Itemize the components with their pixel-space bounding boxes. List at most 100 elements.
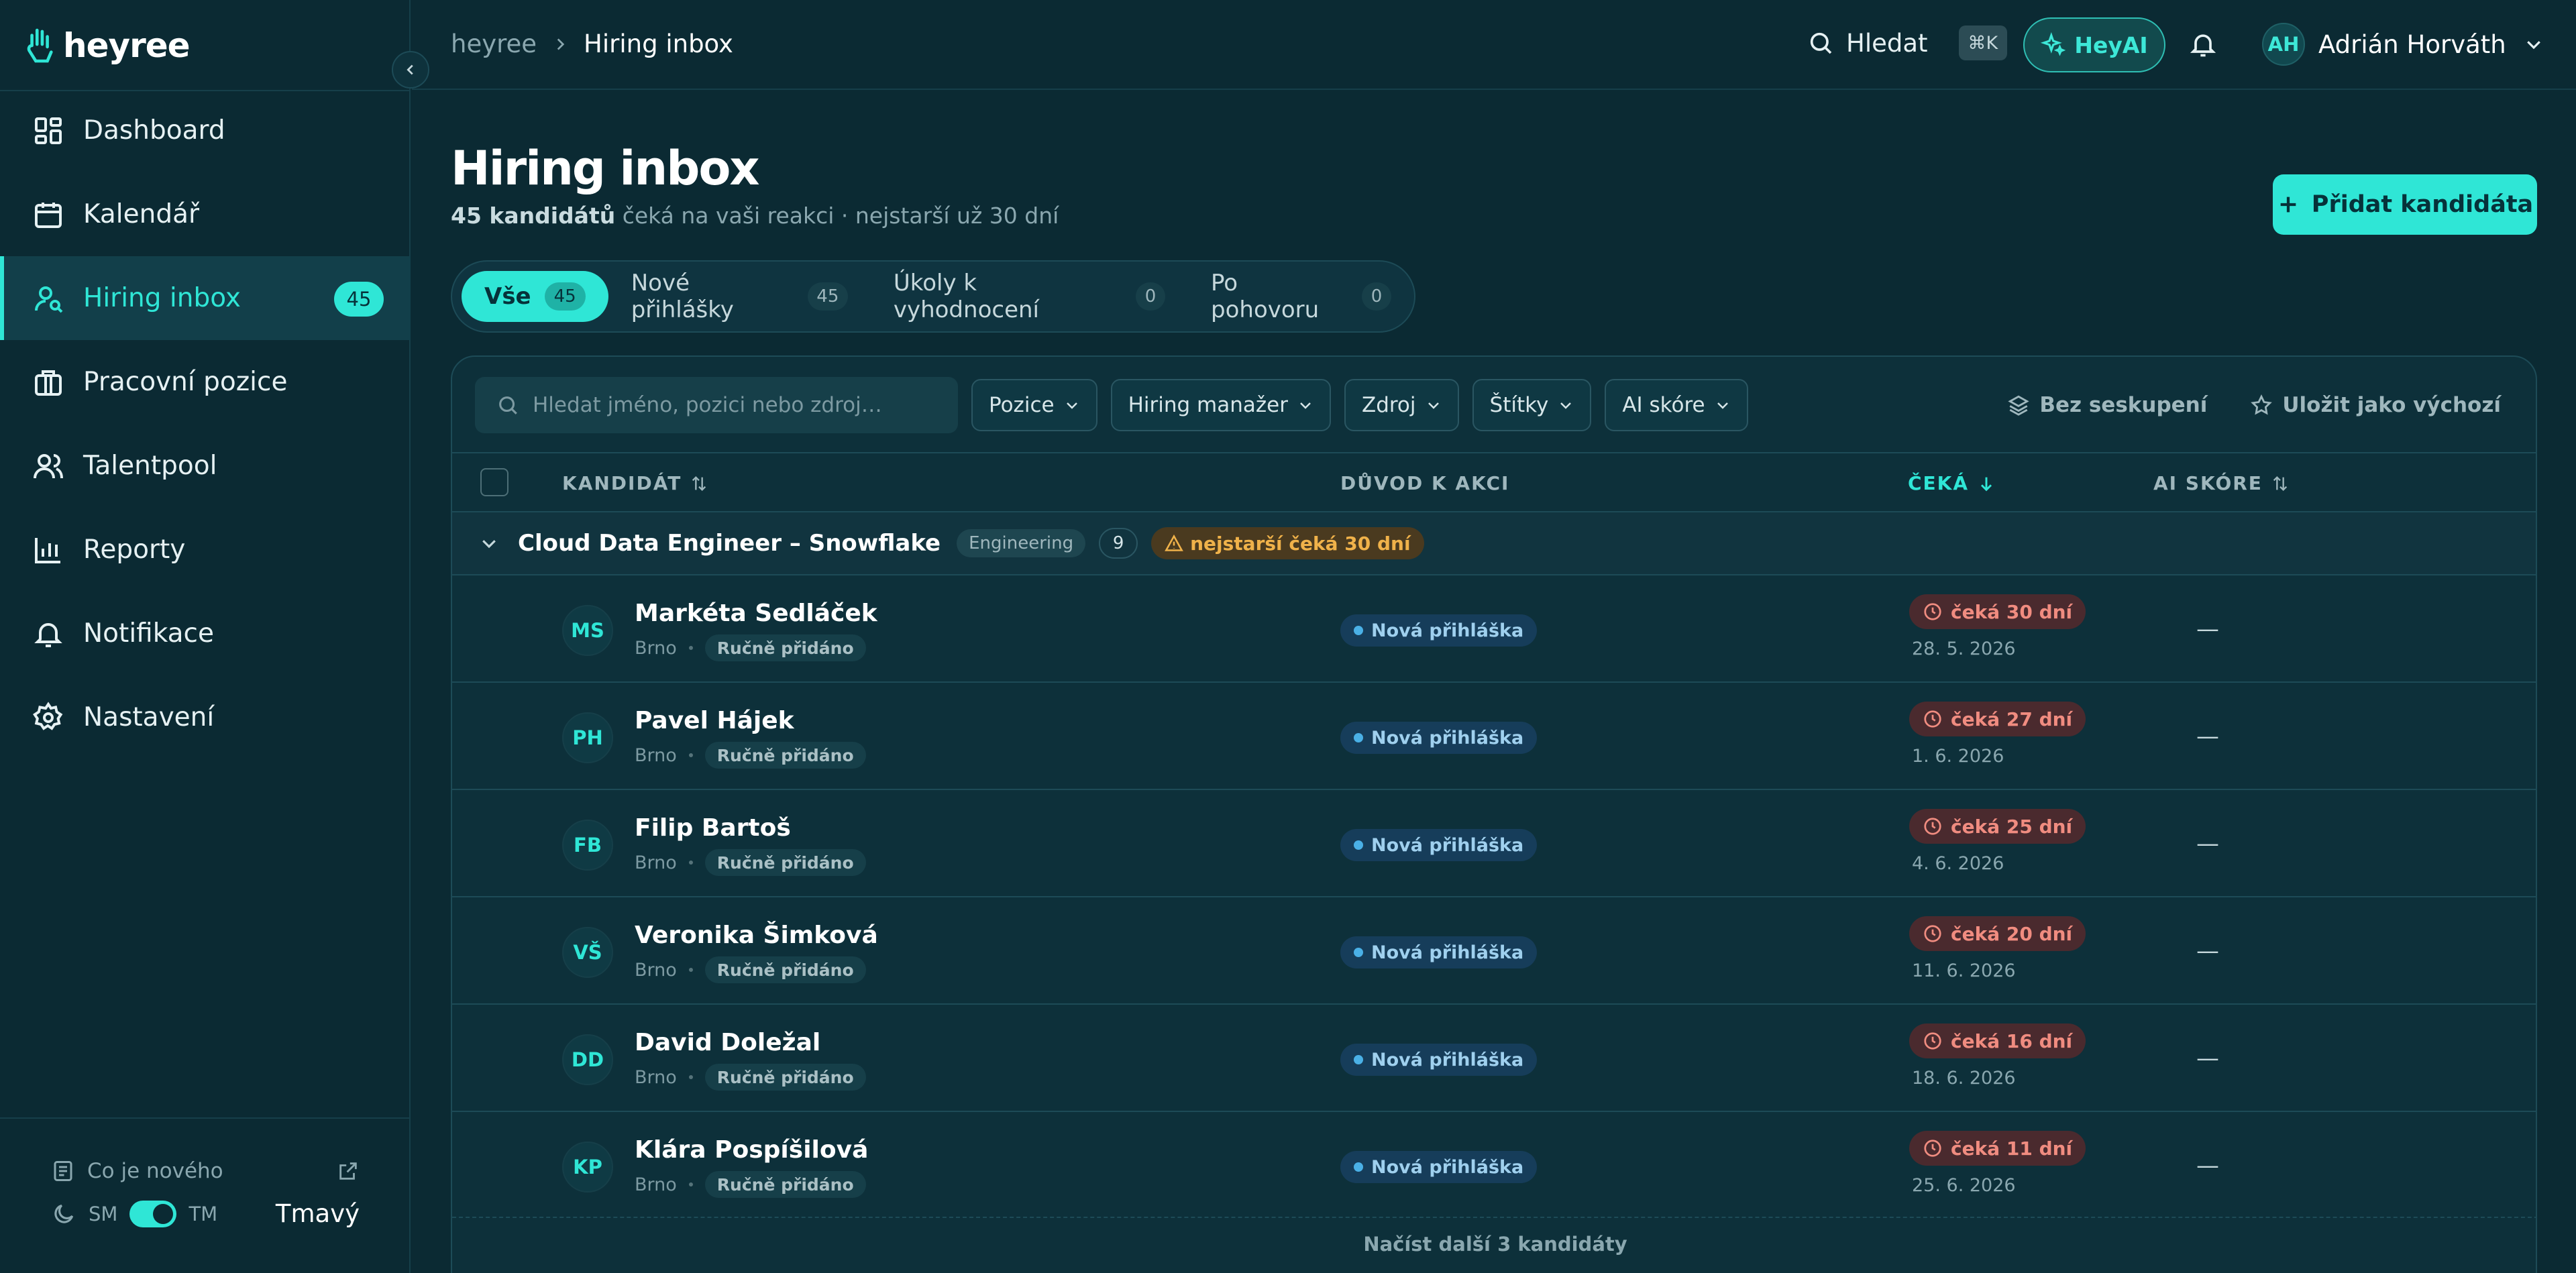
ai-score: — [2196, 616, 2219, 643]
table-header: KANDIDÁT DŮVOD K AKCI ČEKÁ AI SKÓRE [452, 452, 2536, 512]
sidebar-item-label: Talentpool [83, 451, 217, 481]
column-header-duvod: DŮVOD K AKCI [1340, 472, 1509, 494]
filter-label: Zdroj [1361, 393, 1416, 417]
sidebar-item-dashboard[interactable]: Dashboard [0, 89, 411, 172]
action-reason-badge: Nová přihláška [1340, 936, 1538, 968]
arrow-down-icon [1981, 477, 1992, 491]
filter-hiring-manazer[interactable]: Hiring manažer [1110, 379, 1331, 431]
whats-new-label: Co je nového [87, 1159, 223, 1183]
chevron-down-icon [2526, 41, 2540, 50]
tab-vse[interactable]: Vše 45 [462, 271, 608, 322]
breadcrumb-current: Hiring inbox [584, 30, 733, 58]
add-candidate-button[interactable]: Přidat kandidáta [2273, 174, 2537, 235]
whats-new-link[interactable]: Co je nového [51, 1159, 360, 1183]
collapse-sidebar-button[interactable] [392, 51, 429, 89]
tab-po-pohovoru[interactable]: Po pohovoru 0 [1188, 270, 1414, 323]
save-default-button[interactable]: Uložit jako výchozí [2250, 393, 2501, 417]
theme-toggle[interactable] [129, 1200, 177, 1227]
applied-date: 18. 6. 2026 [1912, 1068, 2016, 1089]
column-header-ceka[interactable]: ČEKÁ [1908, 472, 1996, 494]
current-theme-label: Tmavý [275, 1199, 360, 1228]
separator-dot [688, 1182, 693, 1186]
candidate-city: Brno [635, 637, 677, 659]
table-row[interactable]: FB Filip Bartoš Brno Ručně přidáno Nová p… [452, 790, 2536, 897]
candidate-search-input[interactable]: Hledat jméno, pozici nebo zdroj… [475, 377, 958, 433]
sidebar-item-pracovni-pozice[interactable]: Pracovní pozice [0, 340, 411, 424]
action-reason-badge: Nová přihláška [1340, 1044, 1538, 1076]
candidate-source-tag: Ručně přidáno [704, 1171, 866, 1198]
tab-ukoly-k-vyhodnoceni[interactable]: Úkoly k vyhodnocení 0 [871, 270, 1188, 323]
candidate-name[interactable]: Filip Bartoš [635, 814, 791, 842]
topbar: heyree Hiring inbox Hledat ⌘K HeyAI AH A… [412, 0, 2576, 90]
brand-logo[interactable]: heyree [25, 21, 191, 70]
breadcrumb-root[interactable]: heyree [451, 30, 537, 58]
candidate-meta: Brno Ručně přidáno [635, 634, 866, 661]
table-row[interactable]: MS Markéta Sedláček Brno Ručně přidáno No… [452, 575, 2536, 683]
candidate-name[interactable]: Klára Pospíšilová [635, 1136, 868, 1164]
candidate-name[interactable]: David Doležal [635, 1029, 820, 1056]
chevron-left-icon [407, 64, 413, 75]
chevron-down-icon [1428, 402, 1439, 409]
table-row[interactable]: VŠ Veronika Šimková Brno Ručně přidáno No… [452, 897, 2536, 1005]
save-default-label: Uložit jako výchozí [2282, 393, 2501, 417]
sidebar-item-reporty[interactable]: Reporty [0, 508, 411, 592]
waiting-badge: čeká 11 dní [1909, 1131, 2086, 1166]
heyai-button[interactable]: HeyAI [2023, 17, 2165, 72]
plus-icon [2280, 197, 2296, 213]
global-search-button[interactable]: Hledat ⌘K [1807, 25, 2008, 60]
column-header-kandidat[interactable]: KANDIDÁT [562, 472, 708, 494]
load-more-button[interactable]: Načíst další 3 kandidáty [452, 1217, 2536, 1270]
select-all-checkbox[interactable] [480, 468, 508, 496]
ai-score: — [2196, 1045, 2219, 1072]
search-placeholder: Hledat jméno, pozici nebo zdroj… [533, 393, 882, 417]
filter-pozice[interactable]: Pozice [971, 379, 1097, 431]
candidate-city: Brno [635, 1174, 677, 1195]
moon-icon [54, 1204, 74, 1223]
group-header[interactable]: Cloud Data Engineer – Snowflake Engineer… [452, 512, 2536, 575]
sort-icon [2273, 476, 2288, 491]
applied-date: 25. 6. 2026 [1912, 1175, 2016, 1196]
clock-icon [1924, 925, 1941, 942]
sidebar-item-label: Dashboard [83, 115, 225, 146]
candidate-source-tag: Ručně přidáno [704, 849, 866, 876]
ai-score: — [2196, 1152, 2219, 1179]
status-dot [1354, 733, 1363, 742]
table-row[interactable]: DD David Doležal Brno Ručně přidáno Nová … [452, 1005, 2536, 1112]
filter-label: Hiring manažer [1128, 393, 1288, 417]
tab-nove-prihlasky[interactable]: Nové přihlášky 45 [608, 270, 871, 323]
column-header-ai-skore[interactable]: AI SKÓRE [2153, 472, 2290, 494]
waiting-badge: čeká 25 dní [1909, 809, 2086, 844]
sidebar-item-label: Reporty [83, 535, 186, 565]
sidebar-nav: Dashboard Kalendář Hiring inbox 45 Praco… [0, 89, 411, 759]
filter-tabs: Vše 45 Nové přihlášky 45 Úkoly k vyhodnoce… [451, 260, 1415, 333]
grouping-button[interactable]: Bez seskupení [2007, 393, 2207, 417]
candidate-name[interactable]: Markéta Sedláček [635, 600, 877, 627]
waiting-text: čeká 11 dní [1951, 1137, 2073, 1160]
status-label: Nová přihláška [1371, 942, 1524, 963]
status-label: Nová přihláška [1371, 834, 1524, 856]
table-row[interactable]: PH Pavel Hájek Brno Ručně přidáno Nová př… [452, 683, 2536, 790]
separator-dot [688, 1075, 693, 1079]
filter-zdroj[interactable]: Zdroj [1344, 379, 1459, 431]
candidate-name[interactable]: Pavel Hájek [635, 707, 794, 734]
external-link-icon [339, 1162, 357, 1180]
user-menu[interactable]: AH Adrián Horváth [2262, 23, 2544, 66]
sidebar-item-hiring-inbox[interactable]: Hiring inbox 45 [0, 256, 411, 340]
tab-count: 0 [1362, 282, 1391, 311]
sidebar-item-nastaveni[interactable]: Nastavení [0, 675, 411, 759]
sidebar-item-kalendar[interactable]: Kalendář [0, 172, 411, 256]
filter-stitky[interactable]: Štítky [1472, 379, 1592, 431]
calendar-icon [35, 202, 62, 228]
separator-dot [688, 861, 693, 865]
filter-actions: Bez seskupení Uložit jako výchozí [2007, 393, 2514, 417]
waiting-badge: čeká 20 dní [1909, 916, 2086, 951]
candidate-name[interactable]: Veronika Šimková [635, 922, 878, 949]
sidebar-item-notifikace[interactable]: Notifikace [0, 592, 411, 675]
notifications-bell-icon[interactable] [2188, 30, 2218, 59]
waiting-text: čeká 30 dní [1951, 600, 2073, 623]
sidebar-item-talentpool[interactable]: Talentpool [0, 424, 411, 508]
table-row[interactable]: KP Klára Pospíšilová Brno Ručně přidáno N… [452, 1112, 2536, 1217]
action-reason-badge: Nová přihláška [1340, 1151, 1538, 1183]
sidebar-item-label: Notifikace [83, 618, 214, 649]
filter-ai-skore[interactable]: AI skóre [1605, 379, 1748, 431]
